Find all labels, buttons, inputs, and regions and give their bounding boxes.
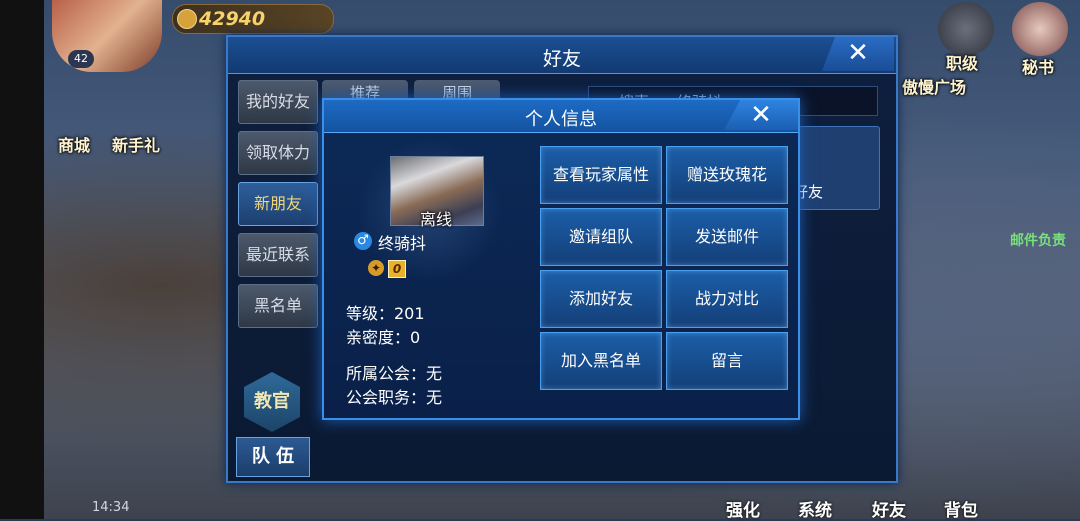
nav-friends[interactable]: 好友 bbox=[872, 496, 906, 521]
gold-counter: 42940 bbox=[172, 4, 334, 34]
team-button[interactable]: 队 伍 bbox=[236, 437, 310, 477]
tab-new-friends[interactable]: 新朋友 bbox=[238, 182, 318, 226]
tab-blacklist[interactable]: 黑名单 bbox=[238, 284, 318, 328]
secretary-label: 秘书 bbox=[1022, 58, 1055, 77]
tab-claim-stamina[interactable]: 领取体力 bbox=[238, 131, 318, 175]
player-level-badge: 42 bbox=[68, 50, 94, 68]
nav-system[interactable]: 系统 bbox=[798, 496, 832, 521]
friends-close-button[interactable]: ✕ bbox=[822, 37, 894, 71]
send-mail-button[interactable]: 发送邮件 bbox=[666, 208, 788, 266]
nav-enhance[interactable]: 强化 bbox=[726, 496, 760, 521]
male-gender-icon: ♂ bbox=[354, 232, 372, 250]
shop-label[interactable]: 商城 bbox=[58, 132, 90, 156]
leave-message-button[interactable]: 留言 bbox=[666, 332, 788, 390]
profile-modal: 个人信息 ✕ 离线 ♂ 终骑抖 ✦ 0 等级：201 亲密度：0 所属公会：无 … bbox=[322, 98, 800, 420]
gold-coin-icon bbox=[177, 9, 197, 29]
rank-badge: 0 bbox=[388, 260, 406, 278]
nav-bag[interactable]: 背包 bbox=[944, 496, 978, 521]
stat-level: 等级：201 bbox=[346, 304, 425, 323]
gold-amount: 42940 bbox=[199, 8, 266, 30]
mail-notice: 邮件负责 bbox=[1010, 233, 1066, 249]
view-attributes-button[interactable]: 查看玩家属性 bbox=[540, 146, 662, 204]
invite-team-button[interactable]: 邀请组队 bbox=[540, 208, 662, 266]
send-rose-button[interactable]: 赠送玫瑰花 bbox=[666, 146, 788, 204]
left-black-bar bbox=[0, 0, 44, 519]
rank-label: 职级 bbox=[946, 54, 979, 73]
add-friend-button[interactable]: 添加好友 bbox=[540, 270, 662, 328]
newbie-gift-label[interactable]: 新手礼 bbox=[112, 132, 160, 156]
stat-intimacy: 亲密度：0 bbox=[346, 328, 421, 347]
friends-panel-title: 好友 bbox=[542, 48, 581, 70]
plaza-label[interactable]: 傲慢广场 bbox=[902, 74, 966, 98]
rank-emblem-icon: ✦ bbox=[368, 260, 384, 276]
power-compare-button[interactable]: 战力对比 bbox=[666, 270, 788, 328]
wolf-rank-icon[interactable] bbox=[938, 2, 994, 56]
secretary-icon[interactable] bbox=[1012, 2, 1068, 56]
player-name: 终骑抖 bbox=[378, 234, 427, 253]
friends-panel-header: 好友 ✕ bbox=[228, 37, 896, 74]
stat-guild: 所属公会：无 bbox=[346, 364, 443, 383]
online-status: 离线 bbox=[419, 210, 452, 229]
stat-guild-role: 公会职务：无 bbox=[346, 388, 443, 407]
tab-my-friends[interactable]: 我的好友 bbox=[238, 80, 318, 124]
profile-modal-header: 个人信息 ✕ bbox=[324, 100, 798, 133]
add-blacklist-button[interactable]: 加入黑名单 bbox=[540, 332, 662, 390]
clock-time: 14:34 bbox=[92, 500, 130, 515]
tab-recent-contacts[interactable]: 最近联系 bbox=[238, 233, 318, 277]
